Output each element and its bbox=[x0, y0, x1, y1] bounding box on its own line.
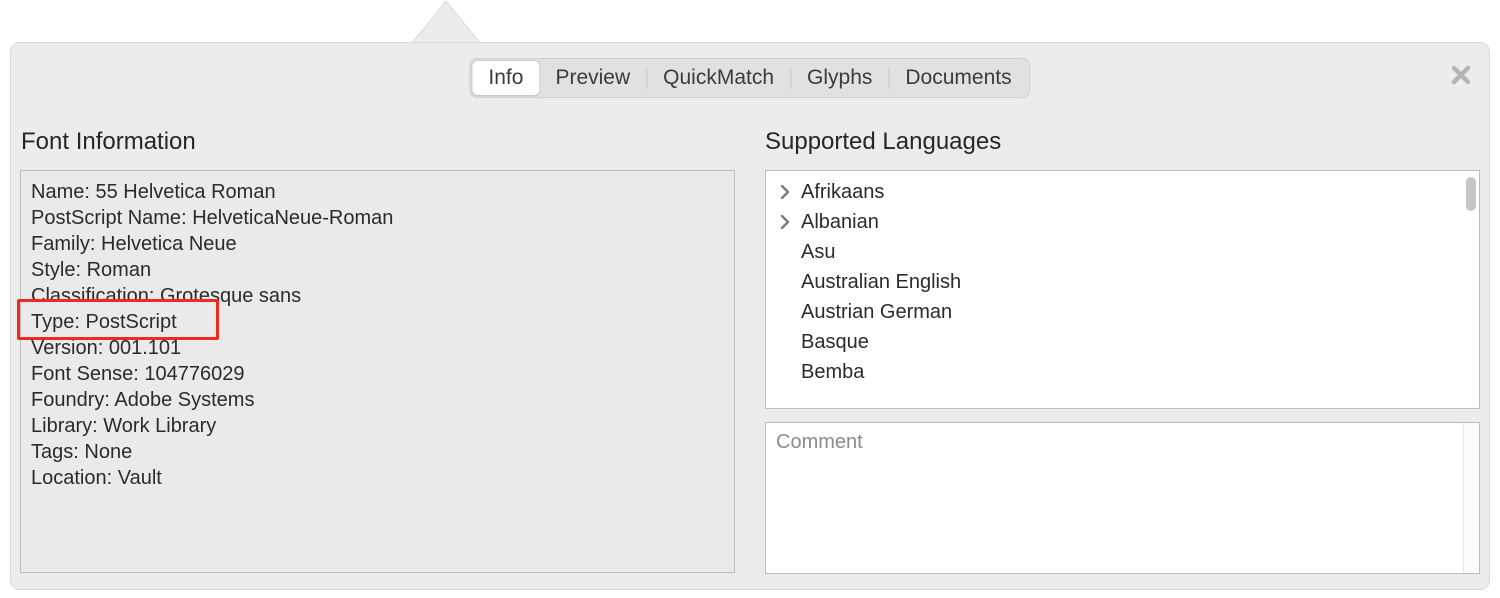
comment-input[interactable] bbox=[766, 423, 1479, 573]
list-item[interactable]: · Bemba bbox=[766, 357, 1479, 387]
comment-box bbox=[765, 422, 1480, 574]
info-row-tags: Tags: None bbox=[31, 439, 724, 465]
font-information-heading: Font Information bbox=[21, 128, 196, 156]
panel-pointer bbox=[412, 0, 480, 43]
list-item[interactable]: · Asu bbox=[766, 237, 1479, 267]
list-item[interactable]: · Australian English bbox=[766, 267, 1479, 297]
close-button[interactable] bbox=[1450, 64, 1472, 86]
list-item[interactable]: · Basque bbox=[766, 327, 1479, 357]
list-item[interactable]: Albanian bbox=[766, 207, 1479, 237]
info-row-version: Version: 001.101 bbox=[31, 335, 724, 361]
tab-glyphs[interactable]: Glyphs bbox=[791, 61, 888, 95]
language-name: Basque bbox=[794, 327, 869, 357]
tab-info-label: Info bbox=[488, 66, 523, 90]
tab-preview-label: Preview bbox=[555, 66, 630, 90]
info-row-style: Style: Roman bbox=[31, 257, 724, 283]
info-row-type: Type: PostScript bbox=[31, 309, 724, 335]
chevron-right-icon bbox=[776, 185, 794, 199]
tab-documents-label: Documents bbox=[905, 66, 1011, 90]
language-name: Australian English bbox=[794, 267, 961, 297]
info-row-postscript-name: PostScript Name: HelveticaNeue-Roman bbox=[31, 205, 724, 231]
info-row-location: Location: Vault bbox=[31, 465, 724, 491]
tab-preview[interactable]: Preview bbox=[539, 61, 646, 95]
info-row-name: Name: 55 Helvetica Roman bbox=[31, 179, 724, 205]
supported-languages-list[interactable]: Afrikaans Albanian · Asu · Australian En… bbox=[766, 171, 1479, 408]
language-name: Austrian German bbox=[794, 297, 952, 327]
tab-documents[interactable]: Documents bbox=[889, 61, 1027, 95]
language-name: Albanian bbox=[794, 207, 879, 237]
tab-quickmatch[interactable]: QuickMatch bbox=[647, 61, 790, 95]
list-item[interactable]: · Austrian German bbox=[766, 297, 1479, 327]
language-name: Bemba bbox=[794, 357, 864, 387]
tab-info[interactable]: Info bbox=[471, 60, 540, 96]
scrollbar-track bbox=[1463, 423, 1479, 573]
tab-quickmatch-label: QuickMatch bbox=[663, 66, 774, 90]
scrollbar-thumb[interactable] bbox=[1466, 177, 1476, 211]
info-row-family: Family: Helvetica Neue bbox=[31, 231, 724, 257]
font-information-box: Name: 55 Helvetica Roman PostScript Name… bbox=[20, 170, 735, 573]
tab-glyphs-label: Glyphs bbox=[807, 66, 872, 90]
supported-languages-heading: Supported Languages bbox=[765, 128, 1001, 156]
info-row-classification: Classification: Grotesque sans bbox=[31, 283, 724, 309]
list-item[interactable]: Afrikaans bbox=[766, 177, 1479, 207]
language-name: Asu bbox=[794, 237, 835, 267]
supported-languages-box: Afrikaans Albanian · Asu · Australian En… bbox=[765, 170, 1480, 409]
info-row-foundry: Foundry: Adobe Systems bbox=[31, 387, 724, 413]
chevron-right-icon bbox=[776, 215, 794, 229]
detail-tabs: Info Preview QuickMatch Glyphs Documents bbox=[469, 58, 1030, 98]
info-row-library: Library: Work Library bbox=[31, 413, 724, 439]
close-icon bbox=[1450, 64, 1472, 86]
info-row-font-sense: Font Sense: 104776029 bbox=[31, 361, 724, 387]
language-name: Afrikaans bbox=[794, 177, 884, 207]
